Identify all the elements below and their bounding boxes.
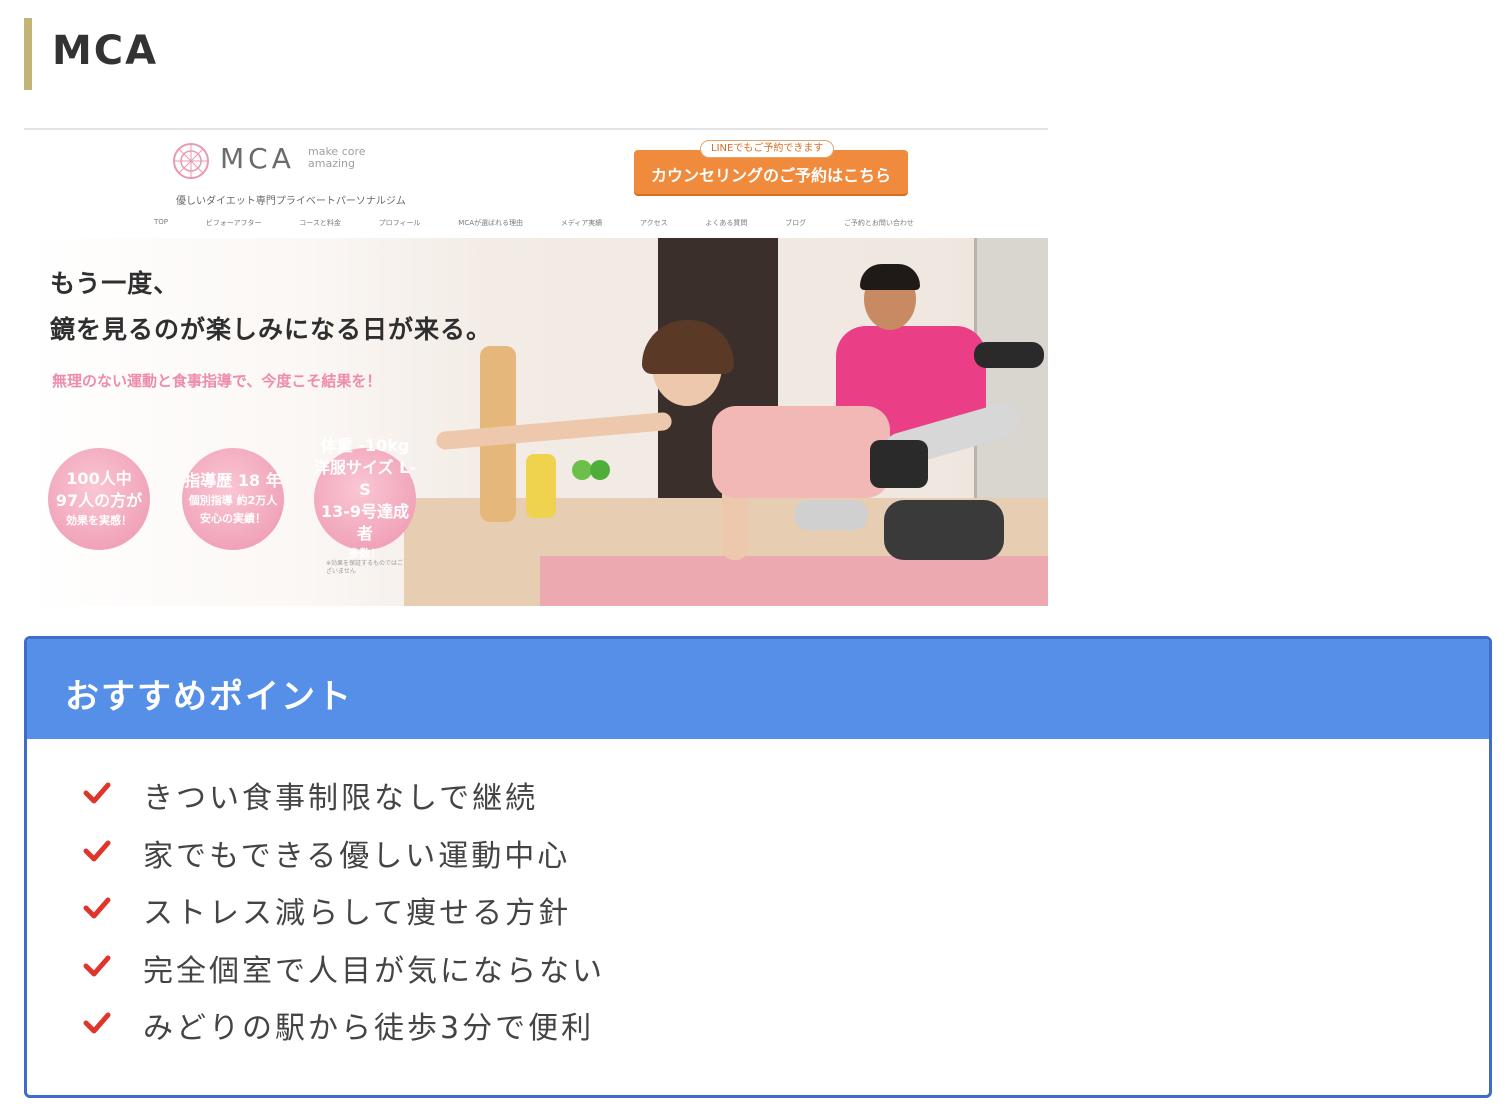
- gym-website-screenshot: MCA make core amazing 優しいダイエット専門プライベートパー…: [24, 128, 1048, 606]
- check-icon: [83, 840, 111, 861]
- site-nav-item: プロフィール: [378, 219, 421, 227]
- check-icon: [83, 897, 111, 919]
- hero-subheadline: 無理のない運動と食事指導で、今度こそ結果を！: [52, 372, 382, 390]
- badge-line: 97人の方が: [55, 491, 143, 510]
- site-logo-text: MCA: [220, 142, 295, 175]
- hero-photo-woman-arm: [435, 411, 673, 451]
- site-nav-item: ビフォーアフター: [205, 219, 262, 227]
- site-nav-item: TOP: [154, 218, 169, 226]
- hero-badge-effect: 100人中 97人の方が 効果を実感！: [48, 448, 150, 550]
- check-icon: [83, 1012, 111, 1034]
- hero-banner: もう一度、 鏡を見るのが楽しみになる日が来る。 無理のない運動と食事指導で、今度…: [24, 238, 1048, 606]
- hero-badge-results: 体重 -10kg 洋服サイズ L-S 13-9号達成者 多数！: [314, 436, 416, 560]
- list-item: みどりの駅から徒歩3分で便利: [27, 999, 1489, 1057]
- site-nav-item: アクセス: [640, 219, 668, 227]
- section-title: MCA: [52, 28, 159, 74]
- site-header: MCA make core amazing 優しいダイエット専門プライベートパー…: [24, 130, 1048, 238]
- site-nav-item: ブログ: [785, 219, 807, 227]
- recommend-item-text: きつい食事制限なしで継続: [143, 781, 539, 816]
- hero-disclaimer: ※効果を保証するものではございません: [326, 560, 404, 575]
- badge-line: 13-9号達成者: [320, 502, 410, 543]
- hero-photo-trainer-legs: [884, 500, 1004, 560]
- hero-headline-line2: 鏡を見るのが楽しみになる日が来る。: [50, 315, 493, 344]
- badge-line: 体重 -10kg: [320, 436, 410, 455]
- list-item: 完全個室で人目が気にならない: [27, 942, 1489, 1000]
- hero-photo-woman: [712, 406, 890, 498]
- site-nav-item: メディア実績: [560, 219, 603, 227]
- recommend-item-text: ストレス減らして痩せる方針: [143, 896, 572, 931]
- section-heading: MCA: [24, 18, 624, 90]
- recommend-item-text: みどりの駅から徒歩3分で便利: [143, 1011, 595, 1046]
- hero-photo-ball: [590, 460, 610, 480]
- site-nav-item: よくある質問: [705, 219, 748, 227]
- badge-line: 洋服サイズ L-S: [314, 458, 416, 499]
- hero-headline-line1: もう一度、: [50, 269, 180, 298]
- recommend-item-text: 家でもできる優しい運動中心: [143, 838, 571, 874]
- hero-photo-woman-shorts: [870, 440, 928, 488]
- site-tagline: 優しいダイエット専門プライベートパーソナルジム: [176, 196, 406, 207]
- list-item: 家でもできる優しい運動中心: [27, 827, 1489, 885]
- site-nav: TOP ビフォーアフター コースと料金 プロフィール MCAが選ばれる理由 メデ…: [154, 218, 914, 232]
- check-icon: [83, 955, 111, 976]
- badge-line: 個別指導 約2万人: [188, 494, 278, 507]
- hero-photo-ball: [572, 460, 592, 480]
- site-logo-subtitle: make core amazing: [308, 145, 366, 170]
- hero-badge-experience: 指導歴 18 年 個別指導 約2万人 安心の実績！: [182, 448, 284, 550]
- badge-line: 指導歴 18 年: [184, 471, 282, 490]
- heading-accent-bar: [24, 18, 32, 90]
- badge-line: 安心の実績！: [200, 512, 266, 525]
- hero-photo-trainer-hair: [860, 264, 920, 290]
- recommend-points-box: おすすめポイント きつい食事制限なしで継続 家でもできる優しい運動中心 ストレス…: [24, 636, 1492, 1098]
- site-nav-item: ご予約とお問い合わせ: [843, 219, 914, 227]
- hero-photo-woman-knee: [794, 500, 868, 530]
- recommend-title: おすすめポイント: [65, 677, 353, 717]
- site-nav-item: MCAが選ばれる理由: [458, 219, 523, 227]
- site-nav-item: コースと料金: [299, 219, 341, 227]
- hero-photo-yellow-roller: [526, 454, 556, 518]
- badge-line: 効果を実感！: [66, 514, 132, 527]
- hero-photo-trainer-arm: [974, 342, 1044, 368]
- badge-line: 100人中: [66, 469, 132, 488]
- list-item: ストレス減らして痩せる方針: [27, 884, 1489, 942]
- hero-photo-mat: [540, 556, 1048, 606]
- recommend-item-text: 完全個室で人目が気にならない: [143, 953, 605, 989]
- check-icon: [83, 782, 111, 804]
- recommend-header: おすすめポイント: [27, 639, 1489, 739]
- recommend-list: きつい食事制限なしで継続 家でもできる優しい運動中心 ストレス減らして痩せる方針…: [27, 769, 1489, 1057]
- list-item: きつい食事制限なしで継続: [27, 769, 1489, 827]
- line-reservation-badge: LINEでもご予約できます: [700, 140, 835, 158]
- mca-logo-icon: [173, 143, 209, 179]
